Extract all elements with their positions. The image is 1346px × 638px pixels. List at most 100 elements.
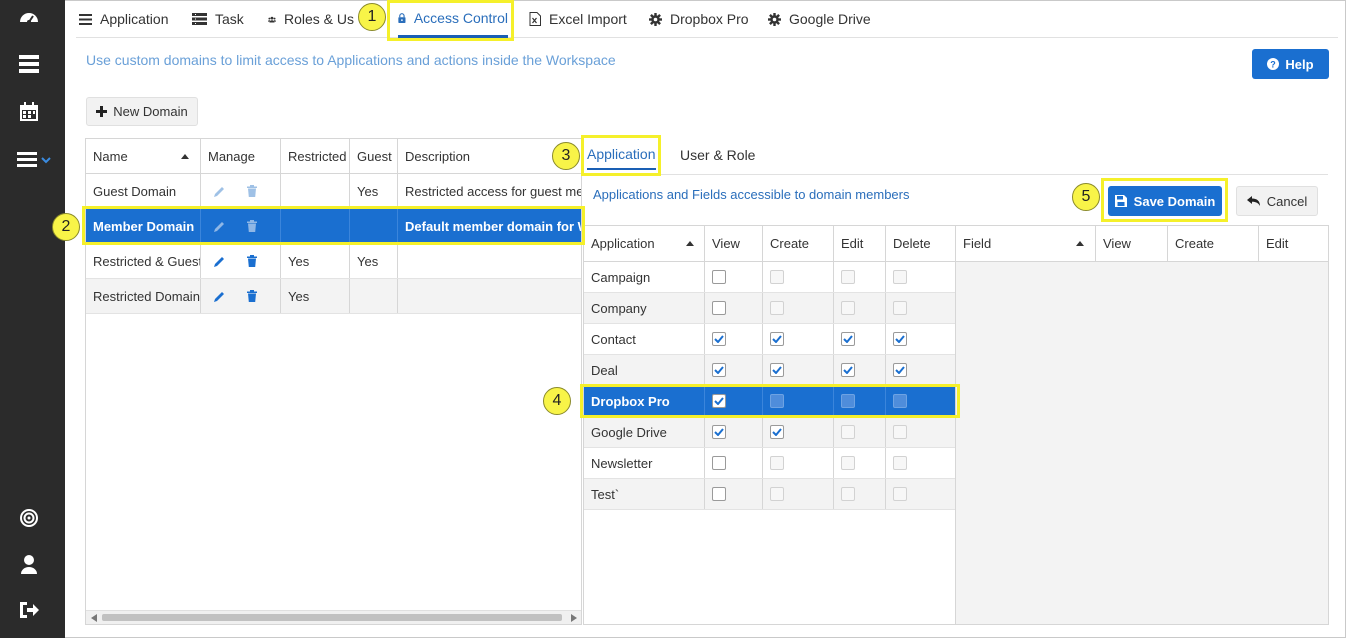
tab-dropbox-pro[interactable]: Dropbox Pro xyxy=(649,0,749,38)
application-row[interactable]: Test` xyxy=(584,479,955,510)
tab-label: Excel Import xyxy=(549,11,627,27)
tab-excel-import[interactable]: Excel Import xyxy=(529,0,627,38)
plus-icon xyxy=(96,106,108,117)
domain-row[interactable]: Guest Domain Yes Restricted access for g… xyxy=(86,174,581,209)
permission-cell-create xyxy=(763,355,834,385)
tab-task[interactable]: Task xyxy=(192,0,244,38)
permission-cell-create xyxy=(763,293,834,323)
application-row[interactable]: Newsletter xyxy=(584,448,955,479)
domain-grid-header: Name Manage Restricted Guest Description xyxy=(86,139,581,174)
delete-icon[interactable] xyxy=(247,255,257,267)
delete-icon[interactable] xyxy=(247,185,257,197)
permission-checkbox-delete[interactable] xyxy=(893,332,907,346)
permission-cell-view xyxy=(705,262,763,292)
edit-icon[interactable] xyxy=(214,256,225,267)
svg-text:?: ? xyxy=(1271,60,1277,70)
permission-checkbox-delete[interactable] xyxy=(893,363,907,377)
permission-checkbox-delete xyxy=(893,425,907,439)
logout-icon[interactable] xyxy=(17,598,41,622)
permission-checkbox-view[interactable] xyxy=(712,270,726,284)
application-row[interactable]: Google Drive xyxy=(584,417,955,448)
edit-icon[interactable] xyxy=(214,291,225,302)
domain-restricted: Yes xyxy=(281,244,350,278)
user-icon[interactable] xyxy=(17,552,41,576)
permission-checkbox-create xyxy=(770,270,784,284)
permission-checkbox-view[interactable] xyxy=(712,487,726,501)
dashboard-icon[interactable] xyxy=(17,6,41,30)
permission-checkbox-view[interactable] xyxy=(712,425,726,439)
column-header-delete[interactable]: Delete xyxy=(886,226,955,261)
callout-badge: 1 xyxy=(358,3,386,31)
help-icon: ? xyxy=(1267,58,1280,70)
calendar-icon[interactable] xyxy=(17,100,41,124)
application-name: Deal xyxy=(584,355,705,385)
tab-google-drive[interactable]: Google Drive xyxy=(768,0,871,38)
permission-cell-view xyxy=(705,355,763,385)
column-header-edit[interactable]: Edit xyxy=(1259,226,1328,261)
sort-asc-icon xyxy=(181,153,189,159)
application-name: Newsletter xyxy=(584,448,705,478)
domain-row[interactable]: Restricted Domain Yes xyxy=(86,279,581,314)
permission-checkbox-view[interactable] xyxy=(712,456,726,470)
column-header-view[interactable]: View xyxy=(1096,226,1168,261)
permission-checkbox-create[interactable] xyxy=(770,425,784,439)
new-domain-button[interactable]: New Domain xyxy=(86,97,198,126)
target-icon[interactable] xyxy=(17,506,41,530)
undo-icon xyxy=(1246,196,1260,206)
column-header-edit[interactable]: Edit xyxy=(834,226,886,261)
tab-detail-user-role[interactable]: User & Role xyxy=(680,140,755,170)
permission-cell-edit xyxy=(834,355,886,385)
edit-icon[interactable] xyxy=(214,186,225,197)
permission-checkbox-delete xyxy=(893,270,907,284)
application-name: Contact xyxy=(584,324,705,354)
tab-label: Dropbox Pro xyxy=(670,11,749,27)
permission-checkbox-edit[interactable] xyxy=(841,332,855,346)
permission-checkbox-view[interactable] xyxy=(712,332,726,346)
tab-roles-users[interactable]: Roles & Us xyxy=(268,0,354,38)
column-header-manage[interactable]: Manage xyxy=(201,139,281,173)
domain-guest: Yes xyxy=(350,244,398,278)
column-header-name[interactable]: Name xyxy=(86,139,201,173)
application-row[interactable]: Contact xyxy=(584,324,955,355)
excel-icon xyxy=(529,12,541,26)
help-button[interactable]: ? Help xyxy=(1252,49,1329,79)
application-row[interactable]: Campaign xyxy=(584,262,955,293)
domain-row[interactable]: Restricted & Guest D Yes Yes xyxy=(86,244,581,279)
application-row[interactable]: Deal xyxy=(584,355,955,386)
application-row[interactable]: Company xyxy=(584,293,955,324)
delete-icon[interactable] xyxy=(247,290,257,302)
permission-cell-edit xyxy=(834,293,886,323)
permission-cell-view xyxy=(705,293,763,323)
detail-tab-divider xyxy=(583,174,1328,175)
column-header-guest[interactable]: Guest xyxy=(350,139,398,173)
permission-cell-create xyxy=(763,479,834,509)
permission-checkbox-create[interactable] xyxy=(770,332,784,346)
column-header-create[interactable]: Create xyxy=(763,226,834,261)
permission-checkbox-edit[interactable] xyxy=(841,363,855,377)
permission-checkbox-view[interactable] xyxy=(712,301,726,315)
database-icon[interactable] xyxy=(17,52,41,76)
horizontal-scrollbar[interactable] xyxy=(86,610,581,624)
column-header-view[interactable]: View xyxy=(705,226,763,261)
permission-checkbox-create[interactable] xyxy=(770,363,784,377)
scrollbar-thumb[interactable] xyxy=(102,614,562,621)
field-grid: Field View Create Edit xyxy=(956,225,1329,625)
domain-guest xyxy=(350,279,398,313)
menu-toggle-icon[interactable] xyxy=(17,147,57,171)
cancel-label: Cancel xyxy=(1266,193,1308,209)
scroll-right-icon[interactable] xyxy=(571,614,577,622)
scroll-left-icon[interactable] xyxy=(91,614,97,622)
cancel-button[interactable]: Cancel xyxy=(1236,186,1318,216)
callout-badge: 4 xyxy=(543,387,571,415)
permission-checkbox-view[interactable] xyxy=(712,363,726,377)
application-name: Campaign xyxy=(584,262,705,292)
column-header-restricted[interactable]: Restricted xyxy=(281,139,350,173)
column-header-create[interactable]: Create xyxy=(1168,226,1259,261)
tab-application[interactable]: Application xyxy=(79,0,169,38)
highlight-dropbox-row xyxy=(580,384,960,418)
permission-checkbox-delete xyxy=(893,456,907,470)
column-header-field[interactable]: Field xyxy=(956,226,1096,261)
permission-cell-delete xyxy=(886,293,955,323)
column-header-application[interactable]: Application xyxy=(584,226,705,261)
domain-restricted xyxy=(281,174,350,208)
